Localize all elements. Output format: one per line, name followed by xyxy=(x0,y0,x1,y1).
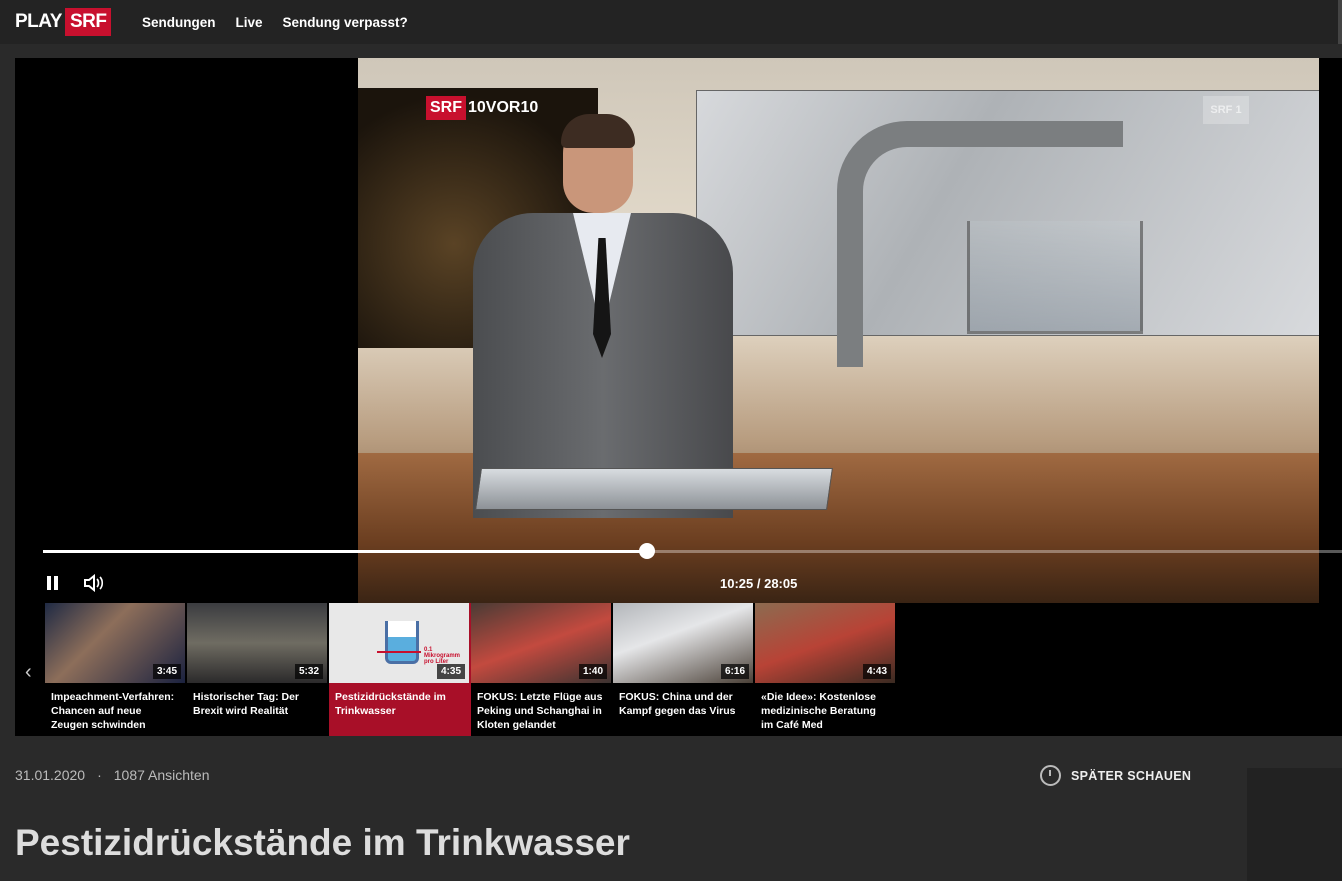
logo-play-text: PLAY xyxy=(15,10,62,32)
show-logo-name: 10VOR10 xyxy=(468,99,539,116)
duration-badge: 5:32 xyxy=(294,664,323,679)
water-glass-shape xyxy=(967,221,1143,334)
timecode: 10:25 / 28:05 xyxy=(720,576,798,591)
nav-sendung-verpasst[interactable]: Sendung verpasst? xyxy=(283,15,408,30)
thumbnail: 1:40 xyxy=(471,603,611,683)
item-title: FOKUS: China und der Kampf gegen das Vir… xyxy=(619,691,736,717)
beaker-icon xyxy=(385,621,419,664)
progress-fill xyxy=(43,550,648,553)
duration-badge: 1:40 xyxy=(578,664,607,679)
play-srf-logo[interactable]: PLAY SRF xyxy=(15,6,112,37)
watch-later-label: SPÄTER SCHAUEN xyxy=(1071,768,1192,783)
top-header: PLAY SRF Sendungen Live Sendung verpasst… xyxy=(0,0,1342,44)
main-nav: Sendungen Live Sendung verpasst? xyxy=(142,0,408,44)
thumbnail: 5:32 xyxy=(187,603,327,683)
desk-bar xyxy=(475,468,833,510)
thumbnail: 6:16 xyxy=(613,603,753,683)
thumbnail: 3:45 xyxy=(45,603,185,683)
pause-button[interactable] xyxy=(44,574,62,592)
clock-icon xyxy=(1040,765,1061,786)
thumb-caption: 0.1 Mikrogramm pro Liter xyxy=(424,647,461,665)
show-logo: SRF 10VOR10 xyxy=(426,96,538,120)
volume-icon[interactable] xyxy=(83,573,105,593)
item-title: «Die Idee»: Kostenlose medizinische Bera… xyxy=(761,691,876,731)
studio-screen-faucet-image xyxy=(696,90,1319,367)
playlist-item[interactable]: 1:40 FOKUS: Letzte Flüge aus Peking und … xyxy=(471,603,613,736)
item-title: FOKUS: Letzte Flüge aus Peking und Schan… xyxy=(477,691,603,731)
playlist-item[interactable]: 3:45 Impeachment-Verfahren: Chancen auf … xyxy=(45,603,187,736)
channel-bug: SRF 1 xyxy=(1203,96,1249,124)
show-logo-srf: SRF xyxy=(426,96,466,120)
watch-later-button[interactable]: SPÄTER SCHAUEN xyxy=(1040,765,1191,786)
playlist-item[interactable]: 6:16 FOKUS: China und der Kampf gegen da… xyxy=(613,603,755,736)
playlist-item[interactable]: 4:43 «Die Idee»: Kostenlose medizinische… xyxy=(755,603,897,736)
side-panel xyxy=(1247,768,1342,881)
progress-bar[interactable] xyxy=(43,543,1342,559)
nav-live[interactable]: Live xyxy=(236,15,263,30)
publish-date: 31.01.2020 xyxy=(15,767,86,783)
progress-handle[interactable] xyxy=(639,543,656,559)
meta-separator: · xyxy=(97,767,102,783)
duration-badge: 4:35 xyxy=(436,664,465,679)
duration-badge: 4:43 xyxy=(862,664,891,679)
item-title: Impeachment-Verfahren: Chancen auf neue … xyxy=(51,691,175,731)
item-title: Historischer Tag: Der Brexit wird Realit… xyxy=(193,691,299,717)
view-count: 1087 Ansichten xyxy=(113,767,210,783)
chevron-left-icon[interactable]: ‹ xyxy=(25,661,32,684)
nav-sendungen[interactable]: Sendungen xyxy=(142,15,216,30)
playlist-item[interactable]: 5:32 Historischer Tag: Der Brexit wird R… xyxy=(187,603,329,736)
page-title: Pestizidrückstände im Trinkwasser xyxy=(15,822,630,863)
video-frame[interactable]: SRF 10VOR10 SRF 1 xyxy=(358,58,1319,603)
video-meta: 31.01.2020 · 1087 Ansichten xyxy=(15,767,210,783)
thumbnail: 4:43 xyxy=(755,603,895,683)
playlist-item-active[interactable]: 0.1 Mikrogramm pro Liter 4:35 Pestizidrü… xyxy=(329,603,471,736)
scrollbar[interactable] xyxy=(1338,0,1342,44)
duration-badge: 6:16 xyxy=(720,664,749,679)
thumbnail: 0.1 Mikrogramm pro Liter 4:35 xyxy=(329,603,469,683)
item-title: Pestizidrückstände im Trinkwasser xyxy=(335,691,446,717)
related-playlist: ‹ 3:45 Impeachment-Verfahren: Chancen au… xyxy=(15,603,1342,736)
news-anchor xyxy=(473,114,733,518)
logo-srf-text: SRF xyxy=(64,7,112,36)
video-player[interactable]: SRF 10VOR10 SRF 1 10:25 / 28:05 ‹ 3:45 I… xyxy=(15,58,1342,736)
duration-badge: 3:45 xyxy=(152,664,181,679)
